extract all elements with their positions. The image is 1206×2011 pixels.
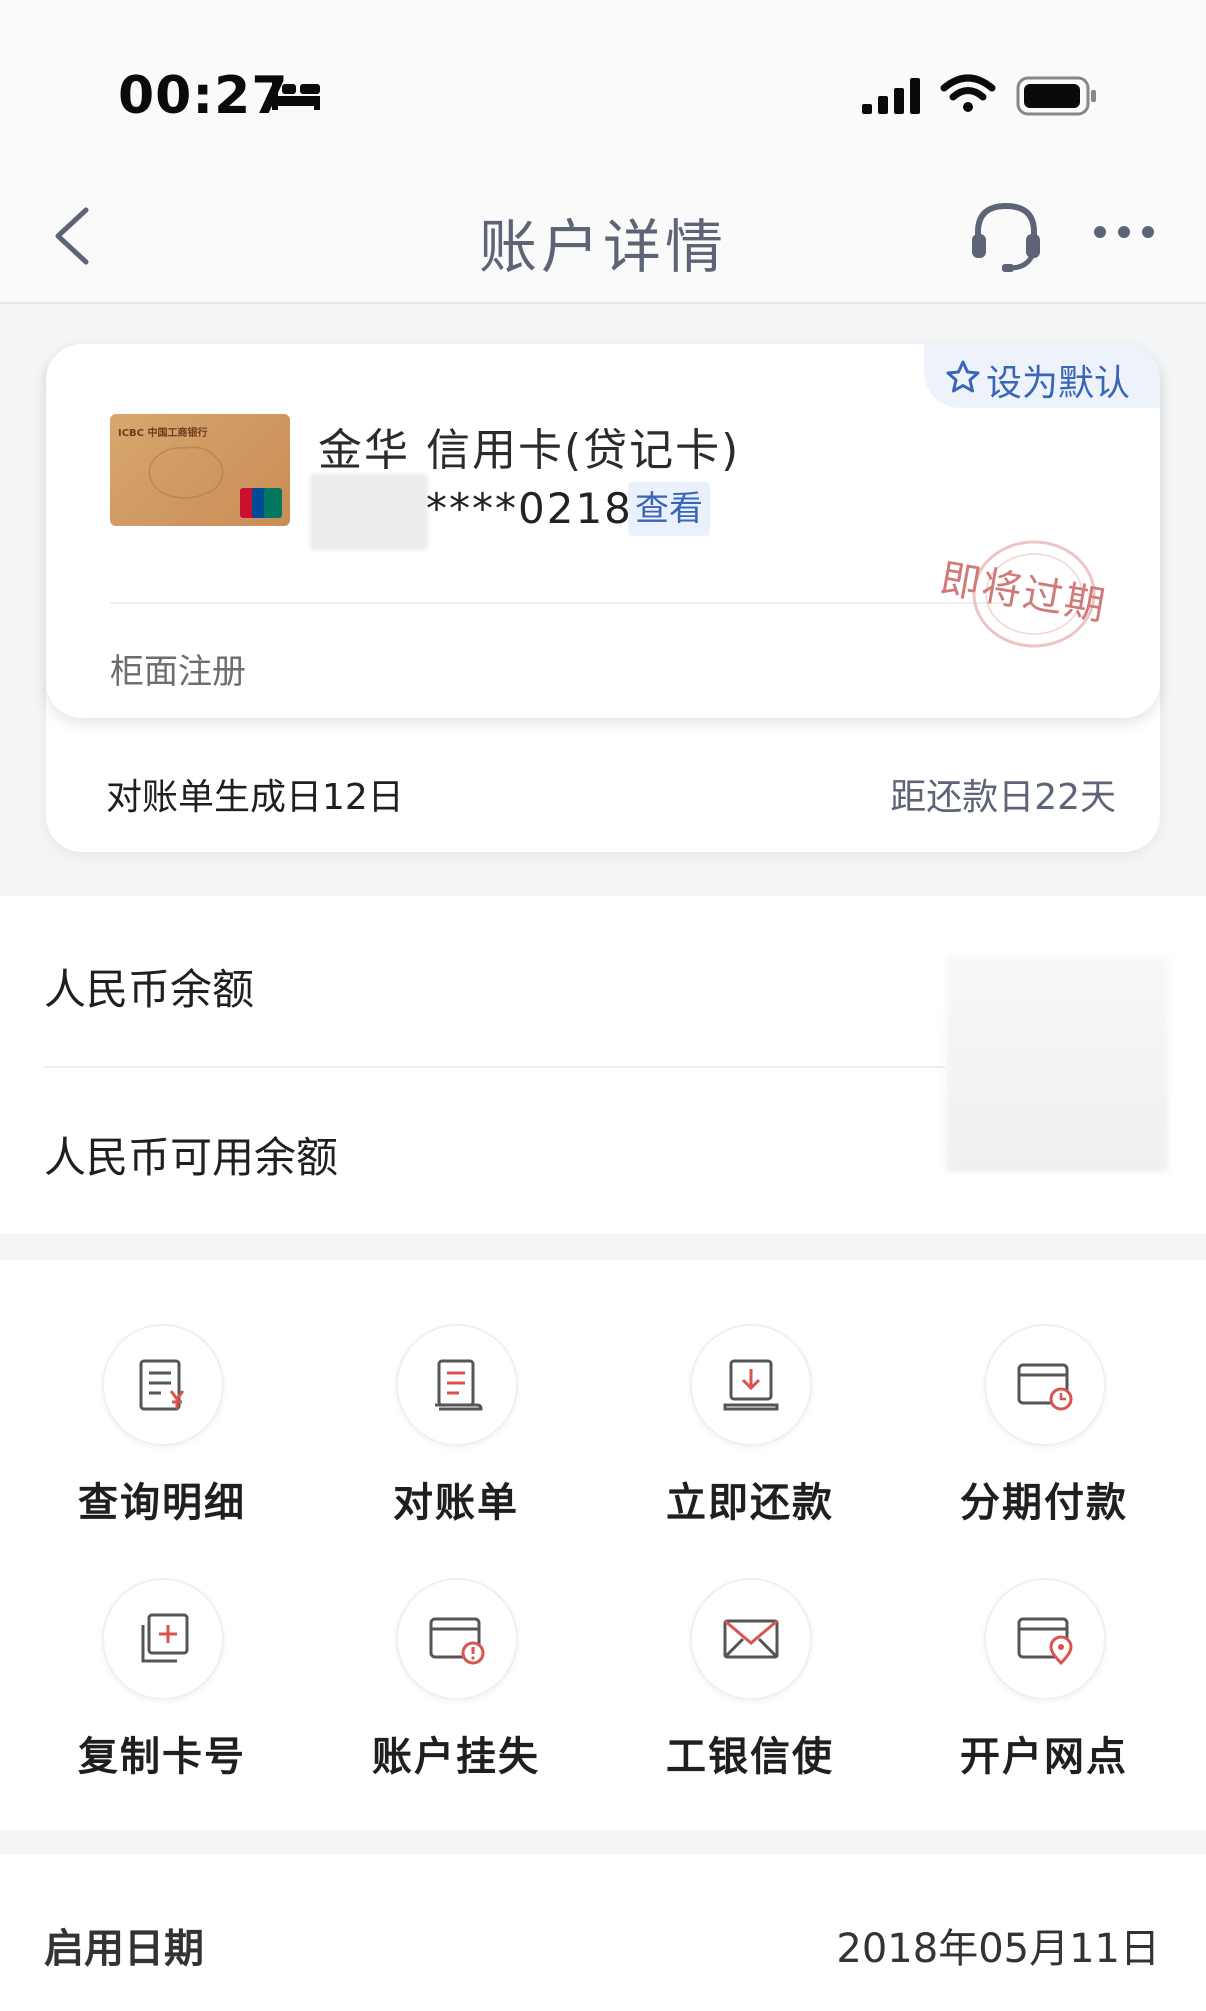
- action-repay-now[interactable]: 立即还款: [630, 1324, 870, 1554]
- view-card-number-button[interactable]: 查看: [628, 482, 710, 536]
- bill-icon: [396, 1324, 518, 1446]
- action-label: 开户网点: [960, 1734, 1128, 1780]
- start-date-label: 启用日期: [44, 1926, 204, 1972]
- action-query-details[interactable]: 查询明细: [42, 1324, 282, 1554]
- sleep-mode-icon: [270, 78, 322, 116]
- signal-icon: [862, 78, 922, 118]
- unionpay-logo-icon: [240, 488, 282, 522]
- action-installment[interactable]: 分期付款: [924, 1324, 1164, 1554]
- action-label: 分期付款: [960, 1480, 1128, 1526]
- rmb-available-label: 人民币可用余额: [44, 1133, 339, 1182]
- bank-card-image: ICBC 中国工商银行: [110, 414, 290, 526]
- action-report-loss[interactable]: 账户挂失: [336, 1578, 576, 1808]
- repay-download-icon: [690, 1324, 812, 1446]
- statement-yuan-icon: [102, 1324, 224, 1446]
- mail-icon: [690, 1578, 812, 1700]
- divider: [110, 602, 1010, 604]
- days-to-due: 距还款日22天: [890, 777, 1116, 818]
- action-label: 账户挂失: [372, 1734, 540, 1780]
- installment-card-clock-icon: [984, 1324, 1106, 1446]
- start-date-value: 2018年05月11日: [836, 1926, 1160, 1972]
- balance-section: 人民币余额 人民币可用余额: [0, 896, 1206, 1234]
- balance-values-blurred: [946, 956, 1168, 1172]
- divider: [44, 1066, 946, 1068]
- action-account-branch[interactable]: 开户网点: [924, 1578, 1164, 1808]
- action-copy-card-number[interactable]: 复制卡号: [42, 1578, 282, 1808]
- wifi-icon: [940, 74, 996, 118]
- card-number: ****0218: [426, 484, 633, 533]
- battery-icon: [1016, 76, 1098, 120]
- card-alert-icon: [396, 1578, 518, 1700]
- registration-channel: 柜面注册: [110, 652, 246, 692]
- action-statement[interactable]: 对账单: [336, 1324, 576, 1554]
- card-location-icon: [984, 1578, 1106, 1700]
- more-icon[interactable]: [1092, 224, 1156, 244]
- nav-bar: 账户详情: [0, 160, 1206, 304]
- rmb-balance-label: 人民币余额: [44, 965, 255, 1014]
- action-grid: 查询明细 对账单 立即还款 分期付款 复制卡号 账户挂失 工银信使 开户网点: [0, 1260, 1206, 1830]
- statement-day: 对账单生成日12日: [106, 777, 404, 818]
- details-section: 启用日期 2018年05月11日: [0, 1854, 1206, 2011]
- star-icon: [946, 360, 980, 398]
- copy-icon: [102, 1578, 224, 1700]
- status-time: 00:27: [118, 66, 289, 126]
- action-label: 工银信使: [666, 1734, 834, 1780]
- card-name: 金华 信用卡(贷记卡): [318, 425, 741, 476]
- action-label: 查询明细: [78, 1480, 246, 1526]
- action-icbc-messenger[interactable]: 工银信使: [630, 1578, 870, 1808]
- action-label: 复制卡号: [78, 1734, 246, 1780]
- set-default-label: 设为默认: [986, 363, 1131, 404]
- set-default-button[interactable]: 设为默认: [924, 344, 1160, 408]
- card-header: 设为默认 ICBC 中国工商银行 金华 信用卡(贷记卡) ****0218 查看…: [46, 344, 1160, 718]
- action-label: 立即还款: [666, 1480, 834, 1526]
- status-bar: 00:27: [0, 0, 1206, 160]
- action-label: 对账单: [393, 1480, 519, 1526]
- card-panel: 设为默认 ICBC 中国工商银行 金华 信用卡(贷记卡) ****0218 查看…: [46, 344, 1160, 852]
- expiring-soon-stamp: 即将过期: [936, 532, 1110, 658]
- map-pattern-icon: [140, 436, 230, 510]
- masked-number-prefix: [310, 474, 428, 550]
- customer-service-icon[interactable]: [966, 196, 1046, 280]
